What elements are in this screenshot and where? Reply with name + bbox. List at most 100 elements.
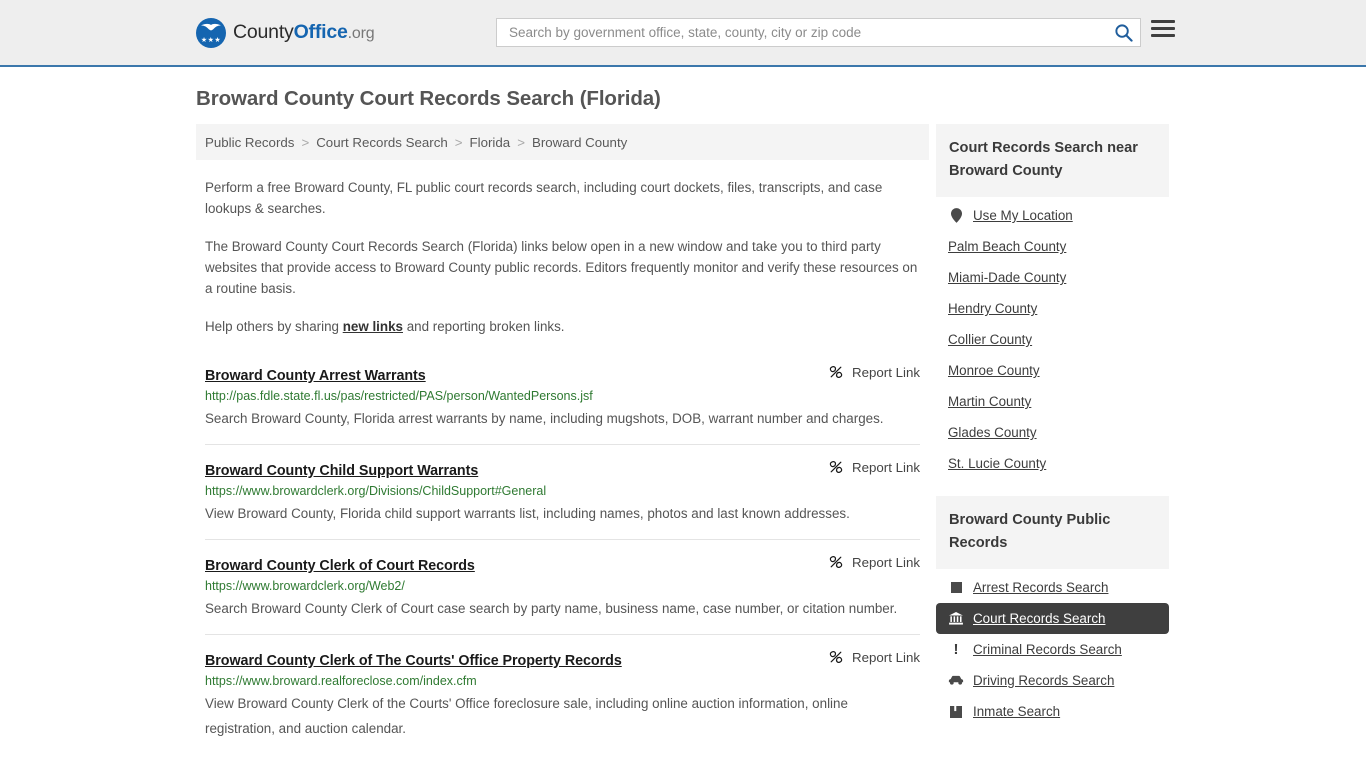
site-logo[interactable]: ★★★ CountyOffice.org	[196, 17, 375, 48]
result-title-link[interactable]: Broward County Clerk of The Courts' Offi…	[205, 653, 622, 669]
result-title-link[interactable]: Broward County Child Support Warrants	[205, 463, 478, 479]
table-row: Broward County Clerk of Court Records Re…	[205, 539, 920, 634]
intro-p3-before: Help others by sharing	[205, 319, 343, 334]
logo-text-org: .org	[347, 25, 375, 42]
sidebar-item-palm-beach-county[interactable]: Palm Beach County	[936, 231, 1169, 262]
page-container: Broward County Court Records Search (Flo…	[0, 87, 1366, 754]
nearby-courts-heading: Court Records Search near Broward County	[936, 124, 1169, 197]
report-link-button[interactable]: Report Link	[812, 364, 920, 380]
sidebar-item-label: Glades County	[948, 425, 1037, 440]
stars-icon: ★★★	[200, 36, 222, 44]
car-icon	[948, 675, 964, 686]
result-header: Broward County Clerk of Court Records Re…	[205, 554, 920, 575]
breadcrumb-item-florida[interactable]: Florida	[470, 135, 511, 150]
sidebar-item-monroe-county[interactable]: Monroe County	[936, 355, 1169, 386]
table-row: Broward County Arrest Warrants Report Li…	[205, 358, 920, 444]
intro-p3-after: and reporting broken links.	[402, 319, 565, 334]
search-button[interactable]	[1106, 19, 1140, 46]
sidebar: Court Records Search near Broward County…	[936, 124, 1169, 744]
breadcrumb-separator: >	[517, 134, 525, 150]
nearby-courts-list: Use My Location Palm Beach County Miami-…	[936, 197, 1169, 479]
courthouse-icon	[948, 612, 964, 625]
intro-paragraph-1: Perform a free Broward County, FL public…	[205, 180, 883, 216]
sidebar-item-collier-county[interactable]: Collier County	[936, 324, 1169, 355]
report-link-button[interactable]: Report Link	[812, 649, 920, 665]
sidebar-item-glades-county[interactable]: Glades County	[936, 417, 1169, 448]
sidebar-item-label: St. Lucie County	[948, 456, 1047, 471]
breadcrumb-separator: >	[301, 134, 310, 150]
sidebar-item-label: Monroe County	[948, 363, 1040, 378]
sidebar-item-criminal-records-search[interactable]: ! Criminal Records Search	[936, 634, 1169, 665]
result-title-link[interactable]: Broward County Clerk of Court Records	[205, 558, 475, 574]
sidebar-item-label: Court Records Search	[973, 611, 1106, 626]
site-header: ★★★ CountyOffice.org	[0, 0, 1366, 67]
report-link-button[interactable]: Report Link	[812, 554, 920, 570]
breadcrumb-item-broward-county[interactable]: Broward County	[532, 135, 627, 150]
intro-text: Perform a free Broward County, FL public…	[196, 177, 929, 337]
public-records-panel: Broward County Public Records Arrest Rec…	[936, 496, 1169, 727]
sidebar-item-label: Criminal Records Search	[973, 642, 1122, 657]
county-office-logo-icon: ★★★	[196, 17, 226, 48]
map-pin-icon	[948, 208, 964, 223]
jail-icon	[948, 705, 964, 718]
fingerprint-icon	[948, 582, 964, 593]
result-description: View Broward County Clerk of the Courts'…	[205, 696, 848, 736]
sidebar-item-label: Arrest Records Search	[973, 580, 1109, 595]
result-url[interactable]: https://www.broward.realforeclose.com/in…	[205, 674, 920, 688]
search-icon	[1114, 24, 1133, 42]
report-link-label: Report Link	[852, 649, 920, 665]
result-url[interactable]: http://pas.fdle.state.fl.us/pas/restrict…	[205, 389, 920, 403]
sidebar-item-label: Martin County	[948, 394, 1032, 409]
result-url[interactable]: https://www.browardclerk.org/Divisions/C…	[205, 484, 920, 498]
hamburger-menu-icon[interactable]	[1151, 20, 1175, 37]
sidebar-item-label: Miami-Dade County	[948, 270, 1067, 285]
sidebar-item-court-records-search[interactable]: Court Records Search	[936, 603, 1169, 634]
content-columns: Public Records > Court Records Search > …	[196, 124, 1170, 754]
sidebar-item-miami-dade-county[interactable]: Miami-Dade County	[936, 262, 1169, 293]
logo-text-county: County	[233, 21, 294, 43]
result-title-link[interactable]: Broward County Arrest Warrants	[205, 368, 426, 384]
sidebar-item-st-lucie-county[interactable]: St. Lucie County	[936, 448, 1169, 479]
public-records-list: Arrest Records Search Court Records Sear…	[936, 569, 1169, 727]
main-content: Public Records > Court Records Search > …	[196, 124, 929, 754]
sidebar-item-label: Driving Records Search	[973, 673, 1115, 688]
sidebar-item-inmate-search[interactable]: Inmate Search	[936, 696, 1169, 727]
table-row: Broward County Clerk of The Courts' Offi…	[205, 634, 920, 754]
sidebar-item-label: Collier County	[948, 332, 1033, 347]
result-description: View Broward County, Florida child suppo…	[205, 506, 850, 521]
sidebar-item-label: Use My Location	[973, 208, 1073, 223]
sidebar-item-label: Inmate Search	[973, 704, 1061, 719]
exclamation-icon: !	[953, 640, 959, 658]
report-link-label: Report Link	[852, 364, 920, 380]
sidebar-item-hendry-county[interactable]: Hendry County	[936, 293, 1169, 324]
table-row: Broward County Child Support Warrants Re…	[205, 444, 920, 539]
breadcrumb-item-court-records-search[interactable]: Court Records Search	[316, 135, 448, 150]
new-links-link[interactable]: new links	[343, 319, 403, 334]
public-records-heading: Broward County Public Records	[936, 496, 1169, 569]
nearby-courts-panel: Court Records Search near Broward County…	[936, 124, 1169, 479]
sidebar-item-driving-records-search[interactable]: Driving Records Search	[936, 665, 1169, 696]
sidebar-item-arrest-records-search[interactable]: Arrest Records Search	[936, 572, 1169, 603]
sidebar-item-label: Hendry County	[948, 301, 1038, 316]
logo-text-office: Office	[293, 21, 348, 43]
logo-wordmark: CountyOffice.org	[233, 21, 375, 44]
result-url[interactable]: https://www.browardclerk.org/Web2/	[205, 579, 920, 593]
sidebar-item-label: Palm Beach County	[948, 239, 1067, 254]
breadcrumb: Public Records > Court Records Search > …	[196, 124, 929, 160]
broken-link-icon	[829, 556, 843, 568]
report-link-button[interactable]: Report Link	[812, 459, 920, 475]
sidebar-item-use-my-location[interactable]: Use My Location	[936, 200, 1169, 231]
broken-link-icon	[829, 461, 843, 473]
intro-paragraph-2: The Broward County Court Records Search …	[205, 239, 918, 296]
search-bar[interactable]	[496, 18, 1141, 47]
result-header: Broward County Clerk of The Courts' Offi…	[205, 649, 920, 670]
breadcrumb-item-public-records[interactable]: Public Records	[205, 135, 294, 150]
broken-link-icon	[829, 651, 843, 663]
result-description: Search Broward County, Florida arrest wa…	[205, 411, 884, 426]
search-input[interactable]	[497, 19, 1106, 46]
result-description: Search Broward County Clerk of Court cas…	[205, 601, 898, 616]
report-link-label: Report Link	[852, 459, 920, 475]
intro-paragraph-3: Help others by sharing new links and rep…	[205, 316, 920, 337]
report-link-label: Report Link	[852, 554, 920, 570]
sidebar-item-martin-county[interactable]: Martin County	[936, 386, 1169, 417]
